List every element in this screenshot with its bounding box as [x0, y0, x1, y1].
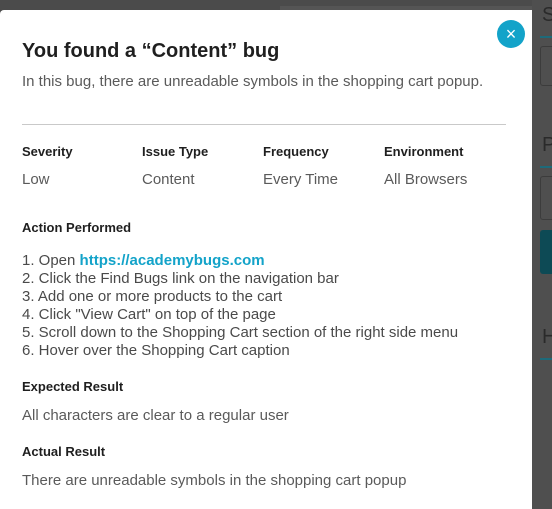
issue-type-attribute: Issue Type Content	[142, 144, 262, 188]
background-underline	[540, 358, 552, 360]
close-icon[interactable]: ×	[506, 24, 517, 44]
academybugs-link[interactable]: https://academybugs.com	[80, 252, 265, 269]
step-prefix: 1. Open	[22, 252, 80, 269]
bug-details-modal: × You found a “Content” bug In this bug,…	[0, 10, 532, 509]
environment-attribute: Environment All Browsers	[384, 144, 504, 188]
modal-title: You found a “Content” bug	[22, 40, 280, 62]
attribute-value: Content	[142, 171, 195, 188]
background-heading-letter: P	[542, 134, 552, 156]
background-button	[540, 230, 552, 274]
attribute-label: Severity	[22, 144, 73, 159]
divider	[22, 124, 506, 125]
step-item: 2. Click the Find Bugs link on the navig…	[22, 270, 339, 287]
attribute-label: Issue Type	[142, 144, 209, 159]
background-underline	[540, 166, 552, 168]
close-button[interactable]: ×	[497, 20, 525, 48]
background-heading-letter: S	[542, 4, 552, 26]
steps-list: 1. Open https://academybugs.com 2. Click…	[22, 252, 458, 360]
attribute-value: All Browsers	[384, 171, 468, 188]
step-item: 1. Open https://academybugs.com	[22, 252, 458, 270]
attribute-value: Every Time	[263, 171, 339, 188]
background-heading-letter: H	[542, 326, 552, 348]
step-item: 4. Click "View Cart" on top of the page	[22, 306, 276, 323]
background-underline	[540, 36, 552, 38]
attribute-label: Frequency	[263, 144, 329, 159]
severity-attribute: Severity Low	[22, 144, 142, 188]
background-input-box	[540, 46, 552, 86]
expected-result-text: All characters are clear to a regular us…	[22, 407, 289, 424]
action-performed-heading: Action Performed	[22, 220, 132, 235]
actual-result-heading: Actual Result	[22, 444, 106, 459]
step-item: 6. Hover over the Shopping Cart caption	[22, 342, 290, 359]
background-input-box	[540, 176, 552, 220]
attribute-value: Low	[22, 171, 50, 188]
actual-result-text: There are unreadable symbols in the shop…	[22, 472, 407, 489]
modal-description: In this bug, there are unreadable symbol…	[22, 73, 484, 90]
expected-result-heading: Expected Result	[22, 379, 124, 394]
step-item: 3. Add one or more products to the cart	[22, 288, 283, 305]
background-sidebar: S P H	[532, 0, 552, 509]
frequency-attribute: Frequency Every Time	[263, 144, 383, 188]
step-item: 5. Scroll down to the Shopping Cart sect…	[22, 324, 459, 341]
attribute-label: Environment	[384, 144, 464, 159]
